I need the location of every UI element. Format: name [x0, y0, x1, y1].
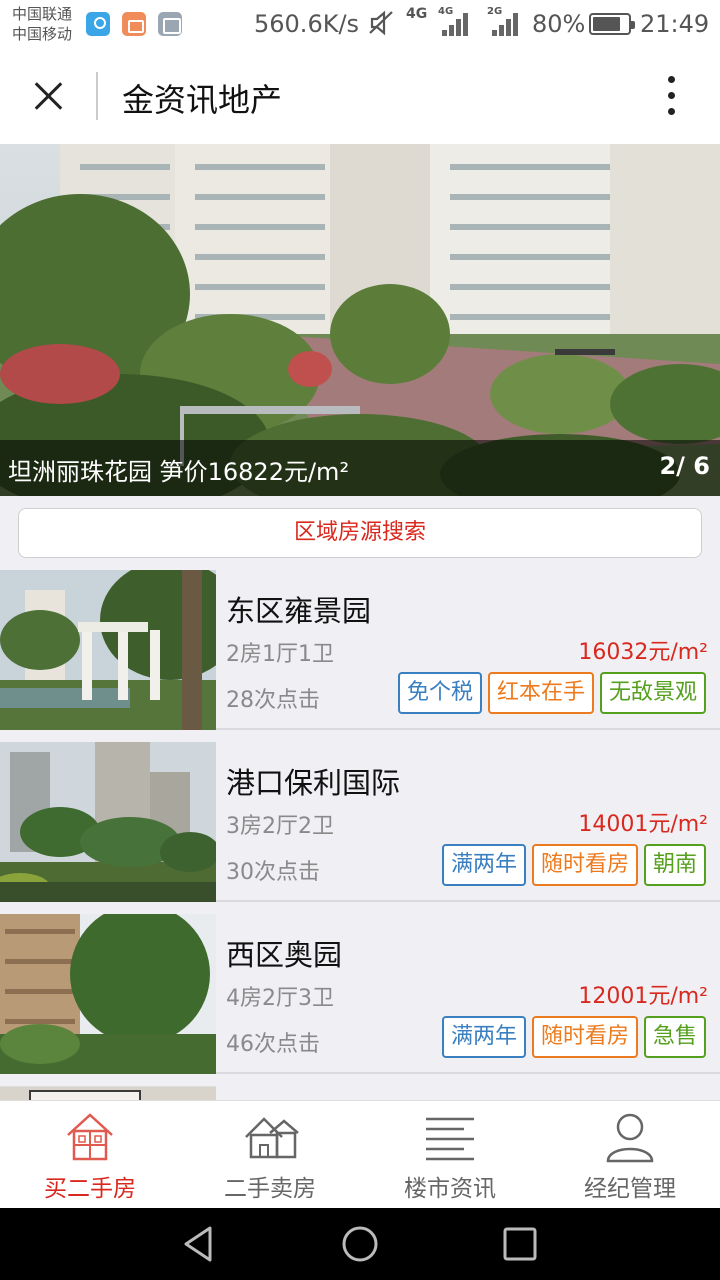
listing-price: 12001元/m²	[578, 984, 708, 1009]
listing-tag: 免个税	[397, 672, 482, 714]
network-1-label: 4G	[406, 6, 428, 22]
tab-agent-management[interactable]: 经纪管理	[540, 1101, 720, 1209]
recents-square-icon[interactable]	[500, 1224, 540, 1264]
listing-tag: 急售	[643, 1016, 706, 1058]
header-divider	[96, 72, 98, 120]
tab-label: 买二手房	[44, 1176, 136, 1202]
listing-layout: 2房1厅1卫	[226, 642, 334, 667]
signal-2-icon	[490, 12, 518, 36]
listing-clicks: 46次点击	[226, 1032, 320, 1057]
tab-label: 经纪管理	[584, 1176, 676, 1202]
carrier-1: 中国联通	[12, 5, 73, 23]
tab-market-news[interactable]: 楼市资讯	[360, 1101, 540, 1209]
mute-icon	[368, 9, 396, 43]
listing-name: 西区奥园	[226, 938, 343, 972]
gallery-icon	[158, 12, 182, 36]
listing-thumbnail	[0, 914, 216, 1074]
house-icon	[67, 1113, 113, 1161]
area-search-button[interactable]: 区域房源搜索	[18, 508, 702, 558]
more-vertical-icon[interactable]	[656, 74, 686, 118]
net-speed: 560.6K/s	[254, 10, 360, 38]
tab-buy-second-hand[interactable]: 买二手房	[0, 1101, 180, 1209]
banner-title: 坦洲丽珠花园 笋价16822元/m²	[8, 458, 350, 486]
houses-icon	[245, 1117, 299, 1159]
status-bar: 中国联通 中国移动 560.6K/s 4G 4G 2G 80% 21:49	[0, 0, 720, 48]
listing-item[interactable]	[0, 1086, 720, 1100]
bag-icon	[122, 12, 146, 36]
listing-clicks: 28次点击	[226, 688, 320, 713]
battery-percent: 80%	[532, 10, 586, 38]
app-header: 金资讯地产	[0, 48, 720, 144]
banner-page-indicator: 2/ 6	[659, 452, 710, 480]
listing-tags: 满两年 随时看房 朝南	[441, 844, 706, 886]
bottom-tab-bar: 买二手房 二手卖房 楼市资讯 经纪管理	[0, 1100, 720, 1208]
banner-caption-bar: 坦洲丽珠花园 笋价16822元/m² 2/ 6	[0, 440, 720, 496]
listing-tags: 免个税 红本在手 无敌景观	[397, 672, 706, 714]
carrier-2: 中国移动	[12, 25, 73, 43]
listing-tag: 朝南	[643, 844, 706, 886]
battery-icon	[589, 13, 635, 35]
banner-carousel[interactable]: 坦洲丽珠花园 笋价16822元/m² 2/ 6	[0, 144, 720, 496]
listing-layout: 4房2厅3卫	[226, 986, 334, 1011]
battery-fill	[593, 17, 621, 31]
listing-name: 东区雍景园	[226, 594, 372, 628]
listing-name: 港口保利国际	[226, 766, 401, 800]
listing-tag: 满两年	[441, 1016, 526, 1058]
system-nav-bar	[0, 1208, 720, 1280]
listing-layout: 3房2厅2卫	[226, 814, 334, 839]
listing-price: 16032元/m²	[578, 640, 708, 665]
listing-tag: 随时看房	[531, 1016, 638, 1058]
listing-tag: 随时看房	[531, 844, 638, 886]
listing-tags: 满两年 随时看房 急售	[441, 1016, 706, 1058]
tab-label: 楼市资讯	[404, 1176, 496, 1202]
listing-item[interactable]: 西区奥园 4房2厅3卫 12001元/m² 46次点击 满两年 随时看房 急售	[0, 914, 720, 1074]
user-icon	[606, 1113, 654, 1163]
listing-item[interactable]: 东区雍景园 2房1厅1卫 16032元/m² 28次点击 免个税 红本在手 无敌…	[0, 570, 720, 730]
carrier-info: 中国联通 中国移动	[12, 4, 72, 44]
page-title: 金资讯地产	[122, 81, 283, 119]
listing-thumbnail	[0, 1086, 216, 1100]
tab-label: 二手卖房	[224, 1176, 316, 1202]
listing-thumbnail	[0, 742, 216, 902]
news-lines-icon	[426, 1117, 474, 1161]
listing-clicks: 30次点击	[226, 860, 320, 885]
listing-tag: 红本在手	[487, 672, 594, 714]
back-triangle-icon[interactable]	[180, 1224, 220, 1264]
tab-sell-second-hand[interactable]: 二手卖房	[180, 1101, 360, 1209]
listing-tag: 满两年	[441, 844, 526, 886]
listing-thumbnail	[0, 570, 216, 730]
map-pin-icon	[86, 12, 110, 36]
listing-tag: 无敌景观	[599, 672, 706, 714]
home-circle-icon[interactable]	[340, 1224, 380, 1264]
close-icon[interactable]	[22, 70, 74, 122]
clock: 21:49	[640, 10, 710, 38]
signal-1-icon	[440, 12, 468, 36]
listing-item[interactable]: 港口保利国际 3房2厅2卫 14001元/m² 30次点击 满两年 随时看房 朝…	[0, 742, 720, 902]
listing-price: 14001元/m²	[578, 812, 708, 837]
